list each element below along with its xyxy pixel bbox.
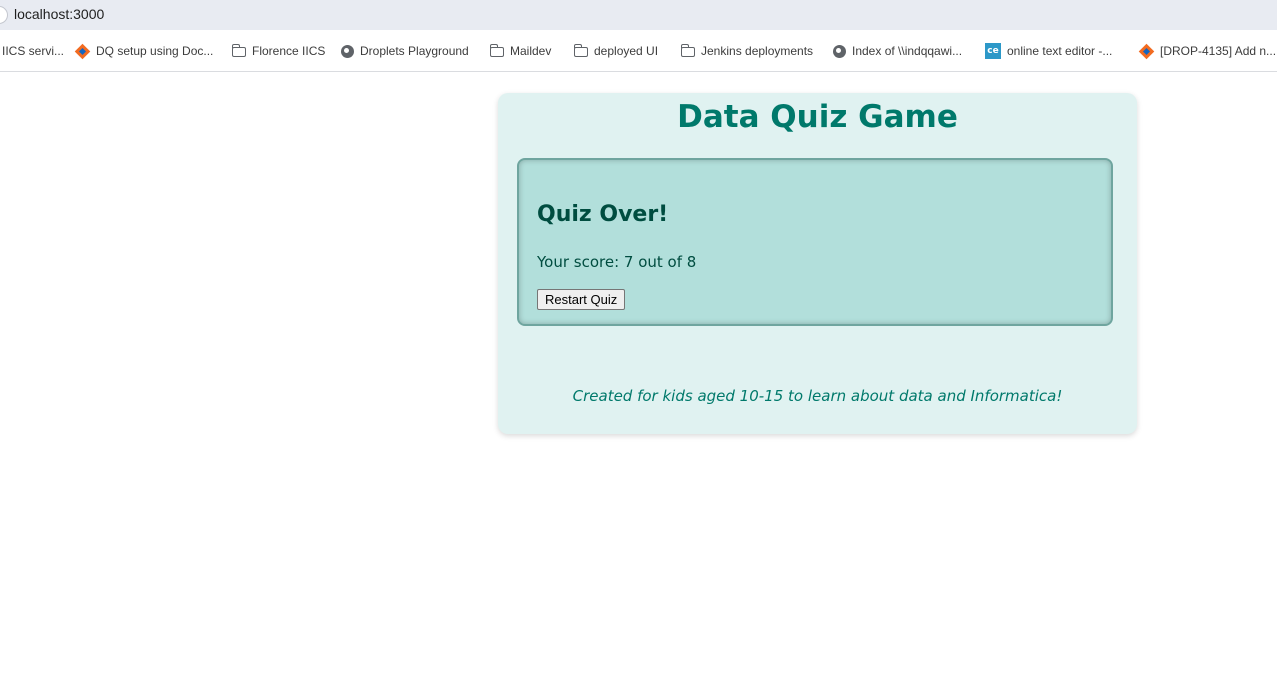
bookmark-deployed-ui[interactable]: deployed UI [573, 42, 659, 60]
bookmark-label: Jenkins deployments [701, 44, 814, 58]
bookmark-index-of[interactable]: Index of \\indqqawi... [833, 42, 962, 60]
bookmark-label: Droplets Playground [360, 44, 469, 58]
url-text[interactable]: localhost:3000 [14, 6, 104, 22]
bookmark-label: Florence IICS [252, 44, 326, 58]
score-text: Your score: 7 out of 8 [537, 253, 697, 271]
bookmark-maildev[interactable]: Maildev [489, 42, 552, 60]
site-info-icon[interactable] [0, 6, 8, 24]
informatica-diamond-icon [1138, 43, 1155, 59]
bookmarks-bar: IICS servi... DQ setup using Doc... Flor… [0, 30, 1277, 72]
quiz-card: Data Quiz Game Quiz Over! Your score: 7 … [498, 93, 1137, 434]
bookmark-florence-iics[interactable]: Florence IICS [231, 42, 326, 60]
globe-icon [341, 44, 354, 58]
folder-icon [680, 44, 695, 57]
folder-icon [573, 44, 588, 57]
bookmark-label: [DROP-4135] Add n... [1160, 44, 1277, 58]
footer-note: Created for kids aged 10-15 to learn abo… [572, 387, 1063, 405]
bookmark-label: deployed UI [594, 44, 659, 58]
bookmark-label: online text editor -... [1007, 44, 1113, 58]
bookmark-jenkins-deployments[interactable]: Jenkins deployments [680, 42, 814, 60]
restart-quiz-button[interactable]: Restart Quiz [537, 289, 626, 310]
folder-icon [489, 44, 504, 57]
bookmark-iics-services[interactable]: IICS servi... [2, 42, 64, 60]
bookmark-drop-4135[interactable]: [DROP-4135] Add n... [1138, 42, 1277, 60]
bookmark-label: Index of \\indqqawi... [852, 44, 963, 58]
globe-icon [833, 44, 846, 58]
bookmark-label: Maildev [510, 44, 552, 58]
bookmark-dq-setup[interactable]: DQ setup using Doc... [74, 42, 214, 60]
ce-icon: ce [985, 43, 1001, 59]
bookmark-label: DQ setup using Doc... [96, 44, 214, 58]
folder-icon [231, 44, 246, 57]
page-title: Data Quiz Game [677, 99, 958, 135]
bookmark-droplets-playground[interactable]: Droplets Playground [341, 42, 469, 60]
bookmark-online-text-editor[interactable]: ce online text editor -... [985, 42, 1112, 60]
informatica-diamond-icon [74, 43, 91, 59]
address-bar[interactable]: localhost:3000 [0, 0, 1277, 30]
bookmark-label: IICS servi... [2, 44, 65, 58]
result-panel: Quiz Over! Your score: 7 out of 8 Restar… [517, 158, 1113, 326]
result-heading: Quiz Over! [537, 202, 669, 227]
